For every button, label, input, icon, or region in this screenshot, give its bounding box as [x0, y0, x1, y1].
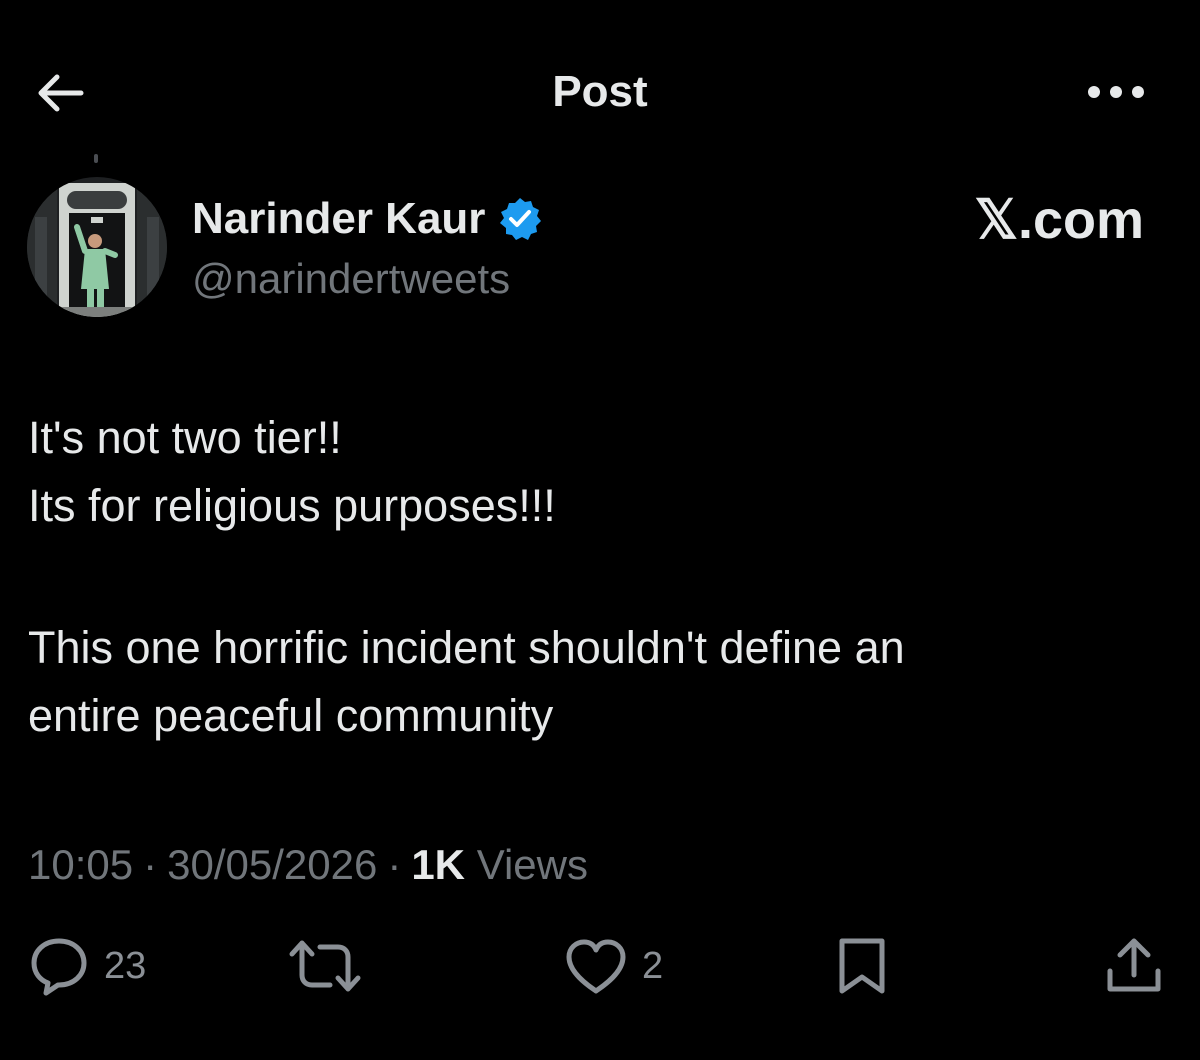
post-meta: 10:05 · 30/05/2026 · 1K Views: [28, 841, 588, 888]
repost-button[interactable]: [288, 934, 362, 998]
post-text-line: This one horrific incident shouldn't def…: [28, 622, 905, 673]
views-label: Views: [476, 841, 588, 888]
share-icon: [1107, 938, 1161, 992]
bookmark-icon: [839, 938, 885, 994]
post-body: It's not two tier!! Its for religious pu…: [28, 404, 1168, 750]
views-count: 1K: [411, 841, 466, 888]
heart-icon: [566, 939, 626, 994]
thread-marker: [94, 154, 98, 163]
reply-bubble-icon: [31, 938, 87, 996]
verified-badge-icon: [500, 198, 542, 240]
author-handle[interactable]: @narindertweets: [192, 254, 510, 304]
reply-button[interactable]: 23: [28, 934, 146, 998]
x-com-watermark: 𝕏.com: [974, 190, 1144, 250]
more-options-button[interactable]: [1078, 70, 1154, 114]
more-dots-icon: [1088, 86, 1144, 98]
bookmark-button[interactable]: [832, 934, 892, 998]
author-name[interactable]: Narinder Kaur: [192, 192, 485, 246]
share-button[interactable]: [1102, 934, 1166, 998]
post-text-line: It's not two tier!!: [28, 412, 342, 463]
page-title: Post: [552, 67, 648, 116]
avatar-photo: [27, 177, 167, 317]
like-button[interactable]: 2: [564, 934, 663, 998]
repost-icon: [289, 940, 361, 992]
avatar[interactable]: [27, 177, 167, 317]
post-date[interactable]: 30/05/2026: [167, 841, 377, 888]
post-text-line: Its for religious purposes!!!: [28, 480, 556, 531]
post-time[interactable]: 10:05: [28, 841, 133, 888]
reply-count: 23: [104, 945, 147, 987]
author-name-row: Narinder Kaur: [192, 192, 543, 246]
post-text-line: entire peaceful community: [28, 690, 554, 741]
like-count: 2: [642, 945, 664, 987]
